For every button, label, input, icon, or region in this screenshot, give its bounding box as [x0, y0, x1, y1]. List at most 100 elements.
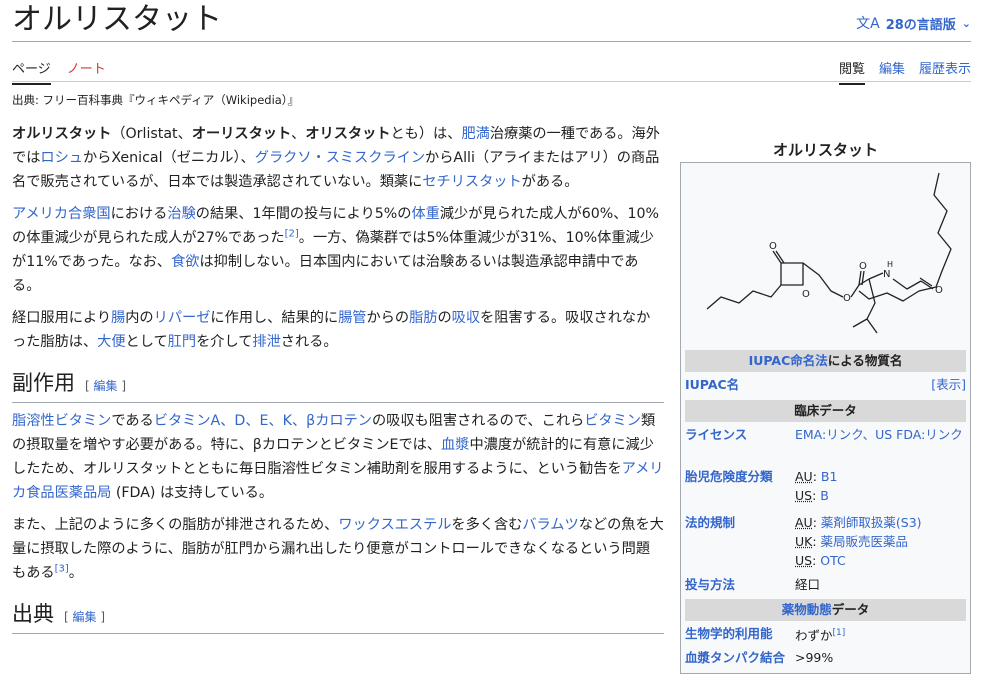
show-toggle[interactable]: [表示] — [931, 375, 966, 394]
bioavailability-value: わずか[1] — [795, 624, 966, 645]
atom-label: O — [769, 241, 777, 252]
infobox-caption: オルリスタット — [772, 141, 878, 159]
language-button[interactable]: 文A 28の言語版 ⌄ — [856, 13, 971, 33]
wiki-link[interactable]: 脂肪 — [409, 310, 437, 326]
wiki-link[interactable]: ワックスエステル — [338, 517, 451, 533]
bold-term: オーリスタット — [191, 126, 292, 142]
wiki-link[interactable]: アメリカ合衆国 — [12, 206, 111, 222]
text-run: がある。 — [521, 174, 579, 190]
header-text: による物質名 — [827, 353, 903, 368]
pharmacokinetics-link[interactable]: 薬物動態 — [782, 602, 832, 617]
section-edit: [ 編集 ] — [64, 610, 106, 624]
wiki-link[interactable]: グラクソ・スミスクライン — [255, 150, 425, 166]
atom-label: O — [935, 285, 943, 296]
text-run: を介して — [196, 334, 253, 350]
legal-link[interactable]: OTC — [820, 553, 845, 568]
paragraph: アメリカ合衆国における治験の結果、1年間の投与により5%の体重減少が見られた成人… — [12, 202, 664, 298]
category-link[interactable]: B — [820, 488, 829, 503]
row-label[interactable]: 胎児危険度分類 — [685, 467, 789, 486]
wiki-link[interactable]: バラムツ — [522, 517, 578, 533]
legal-values: AU: 薬剤師取扱薬(S3) UK: 薬局販売医薬品 US: OTC — [795, 515, 922, 568]
protein-binding-value: >99% — [795, 650, 834, 665]
legal-link[interactable]: 薬局販売医薬品 — [821, 534, 909, 549]
wiki-link[interactable]: セチリスタット — [422, 174, 521, 190]
text-run: （Orlistat、 — [111, 126, 192, 142]
wiki-link[interactable]: 吸収 — [452, 310, 480, 326]
text-run: される。 — [280, 334, 338, 350]
chevron-down-icon: ⌄ — [961, 16, 971, 30]
wiki-link[interactable]: ロシュ — [40, 150, 83, 166]
section-heading-sources: 出典 [ 編集 ] — [12, 599, 664, 634]
infobox-section-header: 臨床データ — [685, 400, 966, 422]
paragraph: また、上記のように多くの脂肪が排泄されるため、ワックスエステルを多く含むバラムツ… — [12, 513, 664, 585]
row-label[interactable]: IUPAC名 — [685, 375, 789, 394]
text-run: に作用し、結果的に — [210, 310, 339, 326]
row-label[interactable]: 投与方法 — [685, 575, 789, 594]
row-label[interactable]: 血漿タンパク結合 — [685, 648, 789, 667]
text-run: (FDA) は支持している。 — [111, 485, 274, 501]
bold-term: オリスタット — [305, 126, 391, 142]
infobox-row-iupac: IUPAC名 [表示] — [685, 375, 966, 395]
text-run: の吸収も阻害されるので、これら — [371, 413, 585, 429]
header-text: データ — [831, 602, 870, 617]
wiki-link[interactable]: 治験 — [167, 206, 195, 222]
infobox-section-header: IUPAC命名法による物質名 — [685, 350, 966, 372]
paragraph: オルリスタット（Orlistat、オーリスタット、オリスタットとも）は、肥満治療… — [12, 122, 664, 194]
license-value[interactable]: EMA:リンク、US FDA:リンク — [795, 425, 966, 444]
text-run: とも）は、 — [390, 126, 462, 142]
iupac-link[interactable]: IUPAC命名法 — [749, 353, 828, 368]
wiki-link[interactable]: ビタミン — [584, 413, 641, 429]
paragraph: 経口服用により腸内のリパーゼに作用し、結果的に腸管からの脂肪の吸収を阻害する。吸… — [12, 306, 664, 354]
section-edit-link[interactable]: 編集 — [73, 610, 97, 624]
text-run: 内の — [125, 310, 154, 326]
category-link[interactable]: B1 — [821, 469, 838, 484]
paragraph: 脂溶性ビタミンであるビタミンA、D、E、K、βカロテンの吸収も阻害されるので、こ… — [12, 409, 664, 505]
language-count: 28の言語版 — [885, 17, 956, 33]
wiki-link[interactable]: 排泄 — [252, 334, 280, 350]
article-body: オルリスタット（Orlistat、オーリスタット、オリスタットとも）は、肥満治療… — [12, 122, 664, 640]
wiki-link[interactable]: 大便 — [97, 334, 125, 350]
infobox-row-bioavailability: 生物学的利用能 わずか[1] — [685, 624, 966, 644]
text-run: の結果、1年間の投与により5%の — [195, 206, 412, 222]
infobox-row-legal: 法的規制 AU: 薬剤師取扱薬(S3) UK: 薬局販売医薬品 US: OTC — [685, 513, 966, 573]
row-label[interactable]: 生物学的利用能 — [685, 624, 789, 643]
wiki-link[interactable]: 脂溶性ビタミン — [12, 413, 111, 429]
wiki-link[interactable]: 肛門 — [168, 334, 196, 350]
reference-link[interactable]: [2] — [285, 228, 299, 239]
text-run: である — [111, 413, 154, 429]
wiki-link[interactable]: 腸 — [111, 310, 125, 326]
country-code: AU — [795, 469, 813, 484]
country-code: UK — [795, 534, 813, 549]
wiki-link[interactable]: ビタミンA、D、E、K、βカロテン — [154, 413, 372, 429]
reference-link[interactable]: [1] — [833, 628, 846, 638]
infobox-row-route: 投与方法 経口 — [685, 575, 966, 595]
infobox-row-protein-binding: 血漿タンパク結合 >99% — [685, 648, 966, 668]
wiki-link[interactable]: 血漿 — [441, 437, 469, 453]
wiki-link[interactable]: リパーゼ — [154, 310, 211, 326]
country-code: AU — [795, 515, 813, 530]
legal-link[interactable]: 薬剤師取扱薬(S3) — [821, 515, 922, 530]
text-run: からの — [366, 310, 410, 326]
wiki-link[interactable]: 肥満 — [461, 126, 489, 142]
row-label[interactable]: ライセンス — [685, 425, 789, 444]
text-run: からXenical（ゼニカル）、 — [82, 150, 255, 166]
atom-label: O — [802, 289, 810, 300]
tabs-divider — [12, 81, 971, 82]
section-heading-text: 副作用 — [12, 371, 75, 395]
structure-image[interactable]: O O O O N H O — [681, 163, 970, 348]
section-heading-side-effects: 副作用 [ 編集 ] — [12, 368, 664, 403]
atom-label: O — [859, 261, 867, 272]
wiki-link[interactable]: 腸管 — [338, 310, 366, 326]
text-run: における — [110, 206, 168, 222]
reference-link[interactable]: [3] — [55, 563, 69, 574]
pregnancy-values: AU: B1 US: B — [795, 469, 838, 503]
atom-label: N — [883, 269, 890, 280]
title-divider — [12, 41, 971, 42]
text-run: として — [125, 334, 168, 350]
section-edit-link[interactable]: 編集 — [94, 379, 118, 393]
atom-label: H — [887, 260, 893, 269]
text-run: を多く含む — [451, 517, 523, 533]
row-label[interactable]: 法的規制 — [685, 513, 789, 532]
wiki-link[interactable]: 体重 — [411, 206, 439, 222]
wiki-link[interactable]: 食欲 — [171, 254, 199, 270]
